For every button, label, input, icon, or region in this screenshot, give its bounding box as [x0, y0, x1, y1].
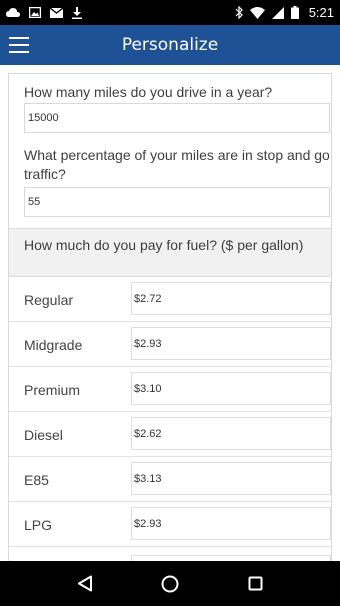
fuel-label: LPG — [24, 516, 53, 533]
home-icon — [161, 575, 179, 592]
fuel-row-regular: Regular $2.72 — [9, 277, 331, 322]
fuel-row-e85: E85 $3.13 — [9, 457, 331, 502]
traffic-question: What percentage of your miles are in sto… — [24, 147, 330, 182]
fuel-row-lpg: LPG $2.93 — [9, 502, 331, 547]
cloud-icon — [6, 7, 20, 17]
notification-icons — [6, 6, 82, 19]
fuel-price-input[interactable]: $2.62 — [131, 417, 331, 450]
back-button[interactable] — [70, 569, 100, 599]
fuel-price-input[interactable]: $3.13 — [131, 462, 331, 495]
fuel-price-input[interactable]: $3.10 — [131, 372, 331, 405]
fuel-row-diesel: Diesel $2.62 — [9, 412, 331, 457]
recents-button[interactable] — [240, 569, 270, 599]
fuel-question: How much do you pay for fuel? ($ per gal… — [24, 237, 304, 253]
fuel-row-partial — [9, 547, 331, 561]
back-icon — [77, 575, 92, 592]
app-bar: Personalize — [0, 25, 340, 65]
fuel-price-input[interactable]: $2.93 — [131, 507, 331, 540]
system-icons: 5:21 — [235, 5, 334, 20]
fuel-price-input[interactable]: $2.72 — [131, 282, 331, 315]
miles-input[interactable]: 15000 — [24, 103, 330, 133]
fuel-label: E85 — [24, 471, 49, 488]
download-icon — [72, 6, 82, 19]
fuel-row-midgrade: Midgrade $2.93 — [9, 322, 331, 367]
mail-icon — [50, 7, 63, 18]
recents-icon — [248, 576, 263, 591]
battery-icon — [290, 6, 299, 19]
clock: 5:21 — [308, 5, 334, 20]
fuel-label: Premium — [24, 381, 81, 398]
personalize-form[interactable]: How many miles do you drive in a year? 1… — [0, 65, 340, 561]
miles-question: How many miles do you drive in a year? — [24, 84, 273, 100]
traffic-input[interactable]: 55 — [24, 187, 330, 217]
fuel-price-header: How much do you pay for fuel? ($ per gal… — [9, 228, 331, 277]
bluetooth-icon — [235, 6, 243, 19]
signal-icon — [271, 6, 284, 19]
system-nav-bar — [0, 561, 340, 606]
form-panel: How many miles do you drive in a year? 1… — [8, 73, 332, 561]
page-title: Personalize — [121, 35, 219, 55]
status-bar: 5:21 — [0, 0, 340, 25]
home-button[interactable] — [155, 569, 185, 599]
image-icon — [29, 7, 41, 18]
fuel-row-premium: Premium $3.10 — [9, 367, 331, 412]
wifi-icon — [249, 6, 265, 19]
fuel-label: Regular — [24, 291, 74, 308]
fuel-label: Midgrade — [24, 336, 83, 353]
fuel-price-input[interactable]: $2.93 — [131, 327, 331, 360]
hamburger-menu-icon[interactable] — [9, 37, 29, 53]
fuel-label: Diesel — [24, 426, 63, 443]
